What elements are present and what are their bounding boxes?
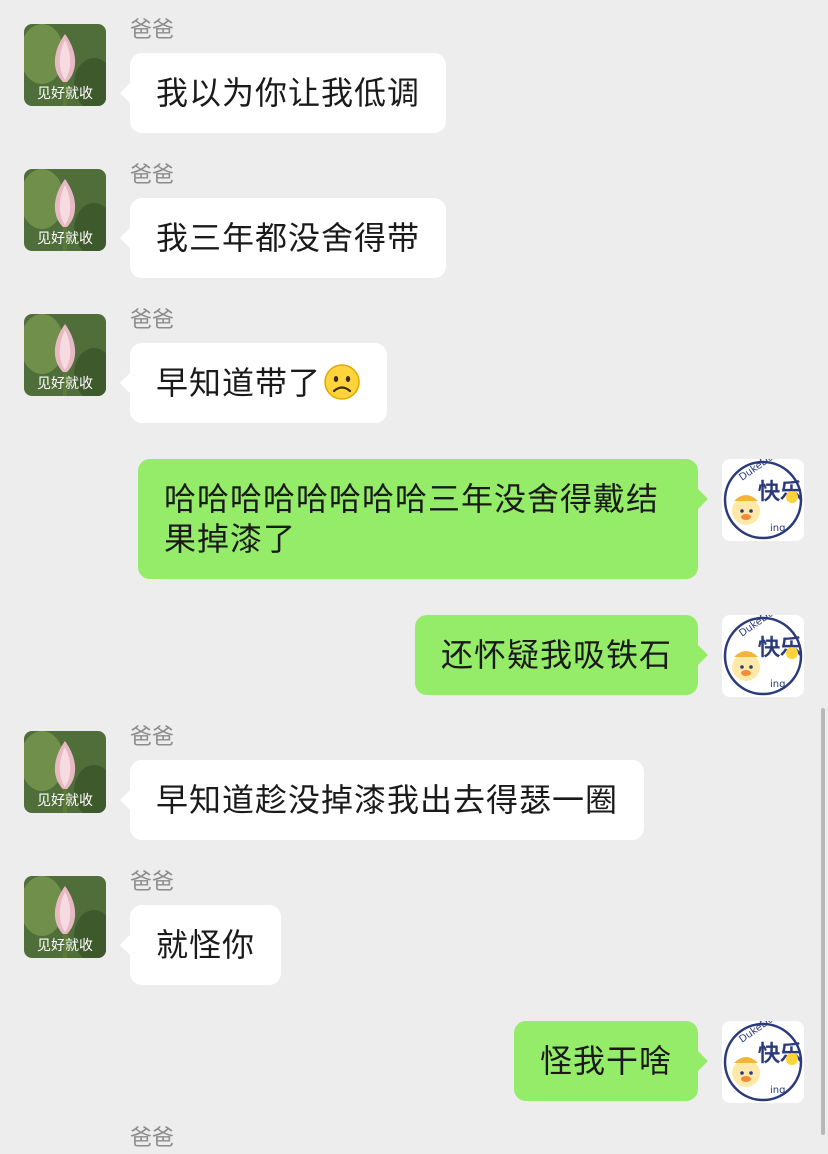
avatar-caption: 见好就收 [37, 793, 93, 809]
message-bubble[interactable]: 哈哈哈哈哈哈哈哈三年没舍得戴结果掉漆了 [138, 459, 708, 579]
avatar-caption: 见好就收 [37, 376, 93, 392]
lotus-bud-avatar: 见好就收 [24, 314, 106, 396]
lotus-bud-avatar: 见好就收 [24, 876, 106, 958]
message-text: 我三年都没舍得带 [156, 219, 421, 257]
message-text: 就怪你 [156, 926, 256, 964]
message-bubble[interactable]: 怪我干啥 [513, 1021, 709, 1101]
avatar[interactable]: 见好就收 [24, 314, 106, 396]
message-text: 早知道趁没掉漆我出去得瑟一圈 [156, 781, 619, 819]
message-bubble[interactable]: 我以为你让我低调 [119, 53, 447, 133]
message-text: 怪我干啥 [539, 1042, 672, 1080]
avatar[interactable]: 见好就收 [24, 876, 106, 958]
message-bubble[interactable]: 我三年都没舍得带 [119, 198, 447, 278]
avatar-caption: 见好就收 [37, 86, 93, 102]
message-text: 我以为你让我低调 [156, 74, 421, 112]
avatar[interactable]: DukeDuck 快乐 ing [722, 459, 804, 541]
avatar[interactable]: 见好就收 [24, 731, 106, 813]
message-text: 哈哈哈哈哈哈哈哈三年没舍得戴结果掉漆了 [164, 480, 660, 558]
svg-text:ing: ing [770, 1085, 785, 1096]
avatar-caption: 见好就收 [37, 231, 93, 247]
sender-name: 爸爸 [130, 18, 175, 43]
message-bubble[interactable]: 早知道带了 [119, 343, 388, 423]
sender-name-partial: 爸爸 [130, 1126, 175, 1151]
lotus-bud-avatar: 见好就收 [24, 731, 106, 813]
avatar[interactable]: 见好就收 [24, 24, 106, 106]
avatar-caption: 见好就收 [37, 938, 93, 954]
scrollbar[interactable] [821, 708, 825, 1135]
sender-name: 爸爸 [130, 870, 175, 895]
sender-name: 爸爸 [130, 163, 175, 188]
message-text: 早知道带了 [156, 364, 322, 402]
lotus-bud-avatar: 见好就收 [24, 169, 106, 251]
avatar[interactable]: DukeDuck 快乐 ing [722, 1021, 804, 1103]
avatar[interactable]: 见好就收 [24, 169, 106, 251]
sender-name: 爸爸 [130, 308, 175, 333]
avatar[interactable]: DukeDuck 快乐 ing [722, 615, 804, 697]
frowning-face-emoji [324, 364, 360, 400]
duck-happy-avatar: DukeDuck 快乐 ing [722, 1021, 804, 1103]
duck-happy-avatar: DukeDuck 快乐 ing [722, 459, 804, 541]
message-text: 还怀疑我吸铁石 [440, 636, 672, 674]
message-bubble[interactable]: 早知道趁没掉漆我出去得瑟一圈 [119, 760, 645, 840]
lotus-bud-avatar: 见好就收 [24, 24, 106, 106]
duck-happy-avatar: DukeDuck 快乐 ing [722, 615, 804, 697]
message-bubble[interactable]: 还怀疑我吸铁石 [414, 615, 709, 695]
message-bubble[interactable]: 就怪你 [119, 905, 282, 985]
svg-text:ing: ing [770, 523, 785, 534]
svg-text:ing: ing [770, 679, 785, 690]
sender-name: 爸爸 [130, 725, 175, 750]
